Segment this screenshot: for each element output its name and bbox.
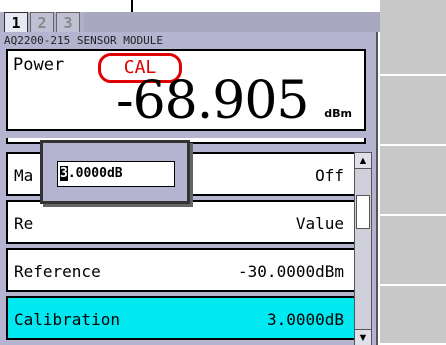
soft-key-1[interactable] (380, 8, 446, 76)
measurement-value: -68.905 (116, 71, 310, 131)
soft-key-3[interactable] (380, 148, 446, 216)
tab-3[interactable]: 3 (56, 12, 80, 32)
tab-strip-bar (84, 12, 380, 32)
scroll-down-arrow-icon[interactable]: ▼ (355, 329, 371, 345)
menu-item-label: Calibration (14, 310, 120, 329)
menu-item-reference[interactable]: Reference -30.0000dBm (6, 248, 356, 292)
menu-item-calibration[interactable]: Calibration 3.0000dB (6, 296, 356, 340)
menu-item-label: Ma (14, 166, 34, 185)
tab-strip: 1 2 3 (0, 12, 380, 32)
menu-item-value: Value (295, 214, 344, 233)
scrollbar[interactable]: ▲ ▼ (354, 152, 372, 345)
menu-item-value: -30.0000dBm (238, 262, 344, 281)
measurement-unit: dBm (324, 107, 352, 120)
menu-item-ref-mode[interactable]: Re Value (6, 200, 356, 244)
value-edit-popup: 3.0000dB (40, 140, 190, 204)
value-edit-rest: .0000dB (67, 166, 123, 181)
tab-2[interactable]: 2 (30, 12, 54, 32)
soft-key-column (380, 0, 446, 345)
soft-key-2[interactable] (380, 78, 446, 146)
tab-1[interactable]: 1 (4, 12, 28, 32)
scroll-thumb[interactable] (356, 195, 370, 229)
measurement-label: Power (13, 55, 65, 75)
soft-key-5[interactable] (380, 288, 446, 345)
soft-key-4[interactable] (380, 218, 446, 286)
value-edit-field[interactable]: 3.0000dB (57, 161, 175, 187)
menu-item-value: Off (315, 166, 344, 185)
edit-cursor: 3 (60, 166, 68, 181)
menu-item-value: 3.0000dB (266, 310, 344, 329)
measurement-display: Power CAL -68.905 dBm (6, 49, 366, 131)
module-title: AQ2200-215 SENSOR MODULE (4, 34, 163, 47)
menu-item-label: Reference (14, 262, 101, 281)
scroll-up-arrow-icon[interactable]: ▲ (355, 153, 371, 169)
menu-item-label: Re (14, 214, 34, 233)
